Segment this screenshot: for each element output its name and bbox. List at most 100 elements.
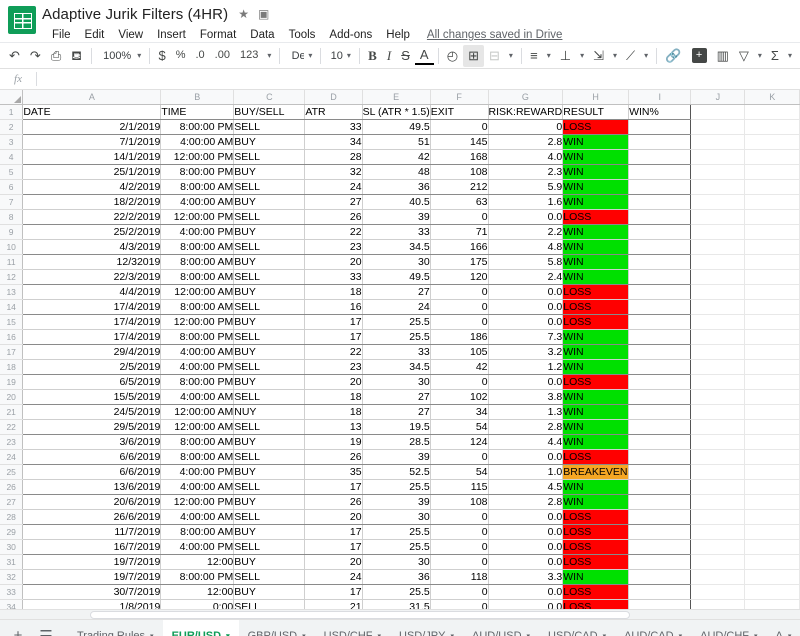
cell-winpct[interactable] (628, 389, 692, 405)
select-all-corner[interactable] (0, 90, 24, 105)
cell-atr[interactable]: 35 (304, 464, 363, 480)
cell-exit[interactable]: 120 (430, 269, 489, 285)
cell-exit[interactable]: 115 (430, 479, 489, 495)
sheet-tab-usd-jpy[interactable]: USD/JPY ▾ (390, 620, 463, 636)
cell-j[interactable] (690, 344, 746, 360)
add-sheet-icon[interactable]: + (4, 622, 32, 636)
cell-side[interactable]: BUY (233, 374, 306, 390)
rotation-chevron-down-icon[interactable]: ▾ (640, 51, 652, 60)
increase-decimal-icon[interactable]: .00 (210, 45, 235, 67)
font-family-select[interactable]: Default (Ari... (284, 50, 305, 62)
cell-winpct[interactable] (628, 434, 692, 450)
cell-exit[interactable]: 212 (430, 179, 489, 195)
cell-risk-reward[interactable]: 0.0 (488, 449, 564, 465)
cell-date[interactable]: 19/7/2019 (22, 554, 162, 570)
column-header-g[interactable]: G (488, 90, 564, 105)
cell-side[interactable]: SELL (233, 599, 306, 609)
cell-winpct[interactable] (628, 284, 692, 300)
cell-risk-reward[interactable]: 2.2 (488, 224, 564, 240)
cell-date[interactable]: 4/4/2019 (22, 284, 162, 300)
row-header[interactable]: 24 (0, 449, 24, 465)
cell-exit[interactable]: 0 (430, 374, 489, 390)
cell-j[interactable] (690, 479, 746, 495)
cell-exit[interactable]: 0 (430, 584, 489, 600)
font-size-select[interactable]: 10 (325, 50, 343, 62)
cell-risk-reward[interactable]: 5.9 (488, 179, 564, 195)
cell-result[interactable]: WIN (562, 269, 630, 285)
cell-atr[interactable]: 23 (304, 239, 363, 255)
cell-date[interactable]: 26/6/2019 (22, 509, 162, 525)
cell-j[interactable] (690, 134, 746, 150)
cell-atr[interactable]: 34 (304, 134, 363, 150)
cell-h1[interactable]: RESULT (562, 104, 630, 120)
cell-sl[interactable]: 42 (362, 149, 431, 165)
cell-date[interactable]: 13/6/2019 (22, 479, 162, 495)
cell-winpct[interactable] (628, 239, 692, 255)
cell-j[interactable] (690, 524, 746, 540)
cell-risk-reward[interactable]: 0 (488, 119, 564, 135)
cell-k[interactable] (744, 194, 800, 210)
cell-result[interactable]: WIN (562, 434, 630, 450)
cell-exit[interactable]: 0 (430, 524, 489, 540)
cell-k[interactable] (744, 344, 800, 360)
cell-j[interactable] (690, 284, 746, 300)
sheet-tab-a[interactable]: A ▾ (767, 620, 800, 636)
row-header[interactable]: 9 (0, 224, 24, 240)
cell-time[interactable]: 4:00:00 AM (160, 194, 235, 210)
move-to-folder-icon[interactable]: ▣ (258, 8, 269, 20)
table-row[interactable]: 25 6/6/2019 4:00:00 PM BUY 35 52.5 54 1.0 BREAKE… (0, 464, 800, 480)
table-row[interactable]: 2 2/1/2019 8:00:00 PM SELL 33 49.5 0 0 LOSS (0, 119, 800, 135)
table-row[interactable]: 8 22/2/2019 12:00:00 PM SELL 26 39 0 0.0 LOSS (0, 209, 800, 225)
table-row[interactable]: 30 16/7/2019 4:00:00 PM SELL 17 25.5 0 0.0 LOSS (0, 539, 800, 555)
cell-exit[interactable]: 0 (430, 539, 489, 555)
cell-date[interactable]: 17/4/2019 (22, 329, 162, 345)
cell-atr[interactable]: 26 (304, 449, 363, 465)
cell-result[interactable]: WIN (562, 479, 630, 495)
row-header[interactable]: 4 (0, 149, 24, 165)
cell-exit[interactable]: 0 (430, 119, 489, 135)
cell-atr[interactable]: 20 (304, 374, 363, 390)
cell-k[interactable] (744, 554, 800, 570)
text-wrap-icon[interactable]: ⇲ (588, 45, 609, 67)
cell-a1[interactable]: DATE (22, 104, 162, 120)
cell-sl[interactable]: 25.5 (362, 584, 431, 600)
cell-k[interactable] (744, 329, 800, 345)
cell-sl[interactable]: 24 (362, 299, 431, 315)
save-status[interactable]: All changes saved in Drive (427, 29, 563, 41)
cell-time[interactable]: 4:00:00 AM (160, 509, 235, 525)
cell-risk-reward[interactable]: 2.8 (488, 419, 564, 435)
table-row[interactable]: 4 14/1/2019 12:00:00 PM SELL 28 42 168 4.0 WIN (0, 149, 800, 165)
cell-time[interactable]: 8:00:00 AM (160, 254, 235, 270)
cell-result[interactable]: WIN (562, 494, 630, 510)
cell-k[interactable] (744, 404, 800, 420)
all-sheets-icon[interactable]: ☰ (32, 622, 60, 636)
cell-k[interactable] (744, 134, 800, 150)
insert-comment-icon[interactable]: + (691, 48, 707, 63)
formula-input[interactable] (37, 69, 800, 89)
cell-result[interactable]: BREAKEVEN (562, 464, 630, 480)
cell-j[interactable] (690, 434, 746, 450)
cell-side[interactable]: SELL (233, 539, 306, 555)
cell-b1[interactable]: TIME (160, 104, 235, 120)
cell-sl[interactable]: 25.5 (362, 314, 431, 330)
cell-winpct[interactable] (628, 509, 692, 525)
cell-j[interactable] (690, 464, 746, 480)
row-header[interactable]: 12 (0, 269, 24, 285)
cell-side[interactable]: BUY (233, 344, 306, 360)
cell-time[interactable]: 12:00:00 PM (160, 149, 235, 165)
cell-time[interactable]: 4:00:00 AM (160, 344, 235, 360)
cell-side[interactable]: SELL (233, 329, 306, 345)
cell-atr[interactable]: 21 (304, 599, 363, 609)
sheet-tab-eur-usd[interactable]: EUR/USD ▾ (162, 619, 239, 636)
cell-risk-reward[interactable]: 0.0 (488, 554, 564, 570)
cell-date[interactable]: 20/6/2019 (22, 494, 162, 510)
cell-j[interactable] (690, 269, 746, 285)
row-header[interactable]: 15 (0, 314, 24, 330)
italic-icon[interactable]: I (382, 45, 396, 67)
cell-winpct[interactable] (628, 464, 692, 480)
cell-exit[interactable]: 118 (430, 569, 489, 585)
cell-k[interactable] (744, 224, 800, 240)
cell-k[interactable] (744, 179, 800, 195)
cell-winpct[interactable] (628, 299, 692, 315)
cell-result[interactable]: LOSS (562, 374, 630, 390)
